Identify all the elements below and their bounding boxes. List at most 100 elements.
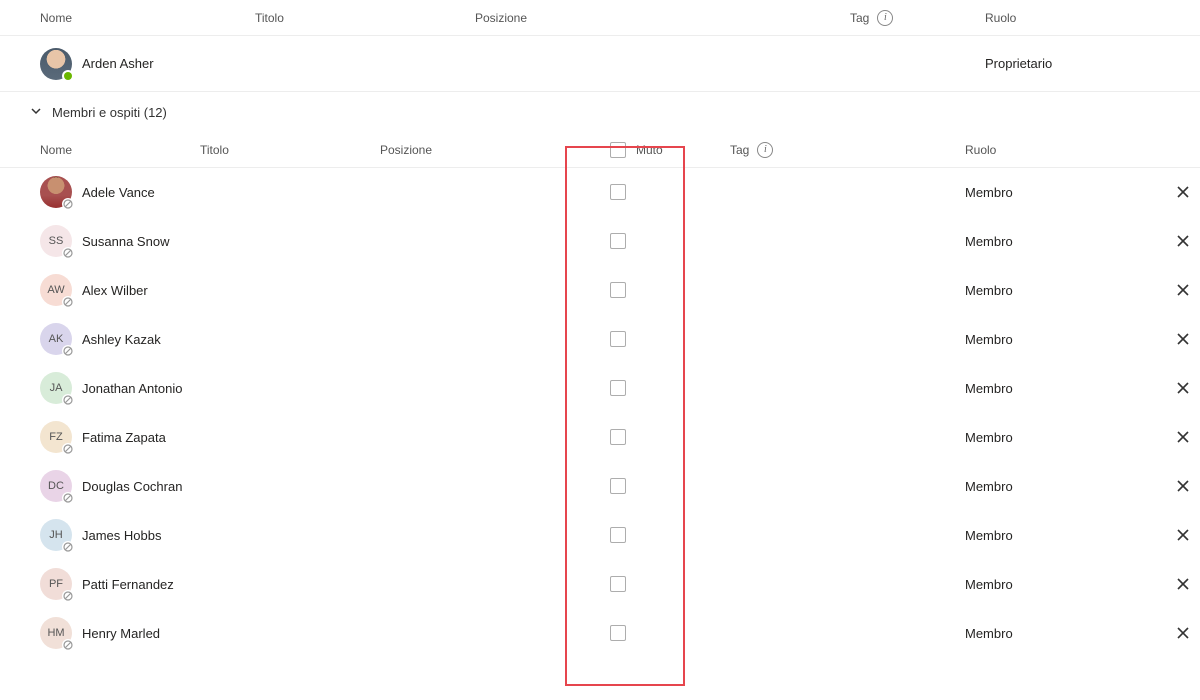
remove-member-button[interactable] bbox=[1160, 282, 1200, 298]
mute-checkbox[interactable] bbox=[610, 184, 626, 200]
col2-muto[interactable]: Muto bbox=[610, 142, 730, 158]
member-name: Jonathan Antonio bbox=[82, 381, 182, 396]
member-row[interactable]: DCDouglas CochranMembro bbox=[0, 462, 1200, 511]
col-tag-label: Tag bbox=[850, 11, 869, 25]
remove-member-button[interactable] bbox=[1160, 625, 1200, 641]
presence-offline-icon bbox=[62, 394, 74, 406]
presence-offline-icon bbox=[62, 345, 74, 357]
member-role[interactable]: Membro bbox=[965, 381, 1160, 396]
remove-member-button[interactable] bbox=[1160, 380, 1200, 396]
avatar[interactable] bbox=[40, 48, 72, 80]
info-icon[interactable]: i bbox=[757, 142, 773, 158]
member-role[interactable]: Membro bbox=[965, 430, 1160, 445]
member-name: Alex Wilber bbox=[82, 283, 148, 298]
col2-tag-label: Tag bbox=[730, 143, 749, 157]
remove-member-button[interactable] bbox=[1160, 184, 1200, 200]
member-mute-cell bbox=[610, 527, 730, 543]
chevron-down-icon bbox=[30, 105, 42, 120]
member-mute-cell bbox=[610, 331, 730, 347]
mute-checkbox[interactable] bbox=[610, 429, 626, 445]
member-name-cell: JA Jonathan Antonio bbox=[40, 372, 200, 404]
member-mute-cell bbox=[610, 429, 730, 445]
member-name: Ashley Kazak bbox=[82, 332, 161, 347]
owners-header-row: Nome Titolo Posizione Tag i Ruolo bbox=[0, 0, 1200, 36]
member-role[interactable]: Membro bbox=[965, 626, 1160, 641]
col2-ruolo[interactable]: Ruolo bbox=[965, 143, 1160, 157]
avatar[interactable]: PF bbox=[40, 568, 72, 600]
presence-offline-icon bbox=[62, 639, 74, 651]
member-row[interactable]: Adele VanceMembro bbox=[0, 168, 1200, 217]
avatar[interactable]: AW bbox=[40, 274, 72, 306]
avatar[interactable] bbox=[40, 176, 72, 208]
member-row[interactable]: PF Patti Fernandez Membro bbox=[0, 560, 1200, 609]
info-icon[interactable]: i bbox=[877, 10, 893, 26]
member-row[interactable]: AK Ashley Kazak Membro bbox=[0, 315, 1200, 364]
member-row[interactable]: FZ Fatima Zapata Membro bbox=[0, 413, 1200, 462]
mute-checkbox[interactable] bbox=[610, 576, 626, 592]
col2-tag[interactable]: Tag i bbox=[730, 142, 965, 158]
col2-muto-label: Muto bbox=[636, 143, 663, 157]
member-role[interactable]: Membro bbox=[965, 577, 1160, 592]
col-tag[interactable]: Tag i bbox=[850, 10, 985, 26]
remove-member-button[interactable] bbox=[1160, 478, 1200, 494]
member-name: Henry Marled bbox=[82, 626, 160, 641]
member-name-cell: JHJames Hobbs bbox=[40, 519, 200, 551]
member-mute-cell bbox=[610, 478, 730, 494]
mute-checkbox[interactable] bbox=[610, 527, 626, 543]
owner-role[interactable]: Proprietario bbox=[985, 56, 1195, 71]
member-row[interactable]: AW Alex Wilber Membro bbox=[0, 266, 1200, 315]
col2-nome[interactable]: Nome bbox=[40, 143, 200, 157]
remove-member-button[interactable] bbox=[1160, 527, 1200, 543]
member-mute-cell bbox=[610, 282, 730, 298]
mute-checkbox[interactable] bbox=[610, 331, 626, 347]
col2-posizione[interactable]: Posizione bbox=[380, 143, 610, 157]
member-name-cell: HM Henry Marled bbox=[40, 617, 200, 649]
mute-checkbox[interactable] bbox=[610, 233, 626, 249]
member-name: Patti Fernandez bbox=[82, 577, 174, 592]
member-mute-cell bbox=[610, 576, 730, 592]
member-role[interactable]: Membro bbox=[965, 185, 1160, 200]
col2-titolo[interactable]: Titolo bbox=[200, 143, 380, 157]
members-group-toggle[interactable]: Membri e ospiti (12) bbox=[0, 92, 1200, 132]
member-name: Susanna Snow bbox=[82, 234, 169, 249]
member-role[interactable]: Membro bbox=[965, 332, 1160, 347]
remove-member-button[interactable] bbox=[1160, 331, 1200, 347]
member-role[interactable]: Membro bbox=[965, 479, 1160, 494]
col-ruolo[interactable]: Ruolo bbox=[985, 11, 1195, 25]
col-nome[interactable]: Nome bbox=[40, 11, 255, 25]
member-name-cell: AW Alex Wilber bbox=[40, 274, 200, 306]
presence-offline-icon bbox=[62, 296, 74, 308]
member-row[interactable]: JHJames Hobbs Membro bbox=[0, 511, 1200, 560]
avatar[interactable]: SS bbox=[40, 225, 72, 257]
avatar[interactable]: FZ bbox=[40, 421, 72, 453]
member-mute-cell bbox=[610, 380, 730, 396]
avatar[interactable]: JA bbox=[40, 372, 72, 404]
member-name-cell: AK Ashley Kazak bbox=[40, 323, 200, 355]
mute-checkbox[interactable] bbox=[610, 282, 626, 298]
col-posizione[interactable]: Posizione bbox=[475, 11, 695, 25]
member-role[interactable]: Membro bbox=[965, 234, 1160, 249]
owner-name: Arden Asher bbox=[82, 56, 154, 71]
owner-row[interactable]: Arden Asher Proprietario bbox=[0, 36, 1200, 92]
mute-all-checkbox[interactable] bbox=[610, 142, 626, 158]
member-row[interactable]: HM Henry Marled Membro bbox=[0, 609, 1200, 658]
member-name: Fatima Zapata bbox=[82, 430, 166, 445]
members-header-row: Nome Titolo Posizione Muto Tag i Ruolo bbox=[0, 132, 1200, 168]
avatar[interactable]: HM bbox=[40, 617, 72, 649]
member-mute-cell bbox=[610, 184, 730, 200]
mute-checkbox[interactable] bbox=[610, 478, 626, 494]
member-role[interactable]: Membro bbox=[965, 528, 1160, 543]
remove-member-button[interactable] bbox=[1160, 233, 1200, 249]
remove-member-button[interactable] bbox=[1160, 429, 1200, 445]
col-titolo[interactable]: Titolo bbox=[255, 11, 475, 25]
remove-member-button[interactable] bbox=[1160, 576, 1200, 592]
mute-checkbox[interactable] bbox=[610, 625, 626, 641]
avatar[interactable]: DC bbox=[40, 470, 72, 502]
avatar[interactable]: AK bbox=[40, 323, 72, 355]
mute-checkbox[interactable] bbox=[610, 380, 626, 396]
member-row[interactable]: SS Susanna Snow Membro bbox=[0, 217, 1200, 266]
member-row[interactable]: JA Jonathan Antonio Membro bbox=[0, 364, 1200, 413]
member-mute-cell bbox=[610, 625, 730, 641]
member-role[interactable]: Membro bbox=[965, 283, 1160, 298]
avatar[interactable]: JH bbox=[40, 519, 72, 551]
